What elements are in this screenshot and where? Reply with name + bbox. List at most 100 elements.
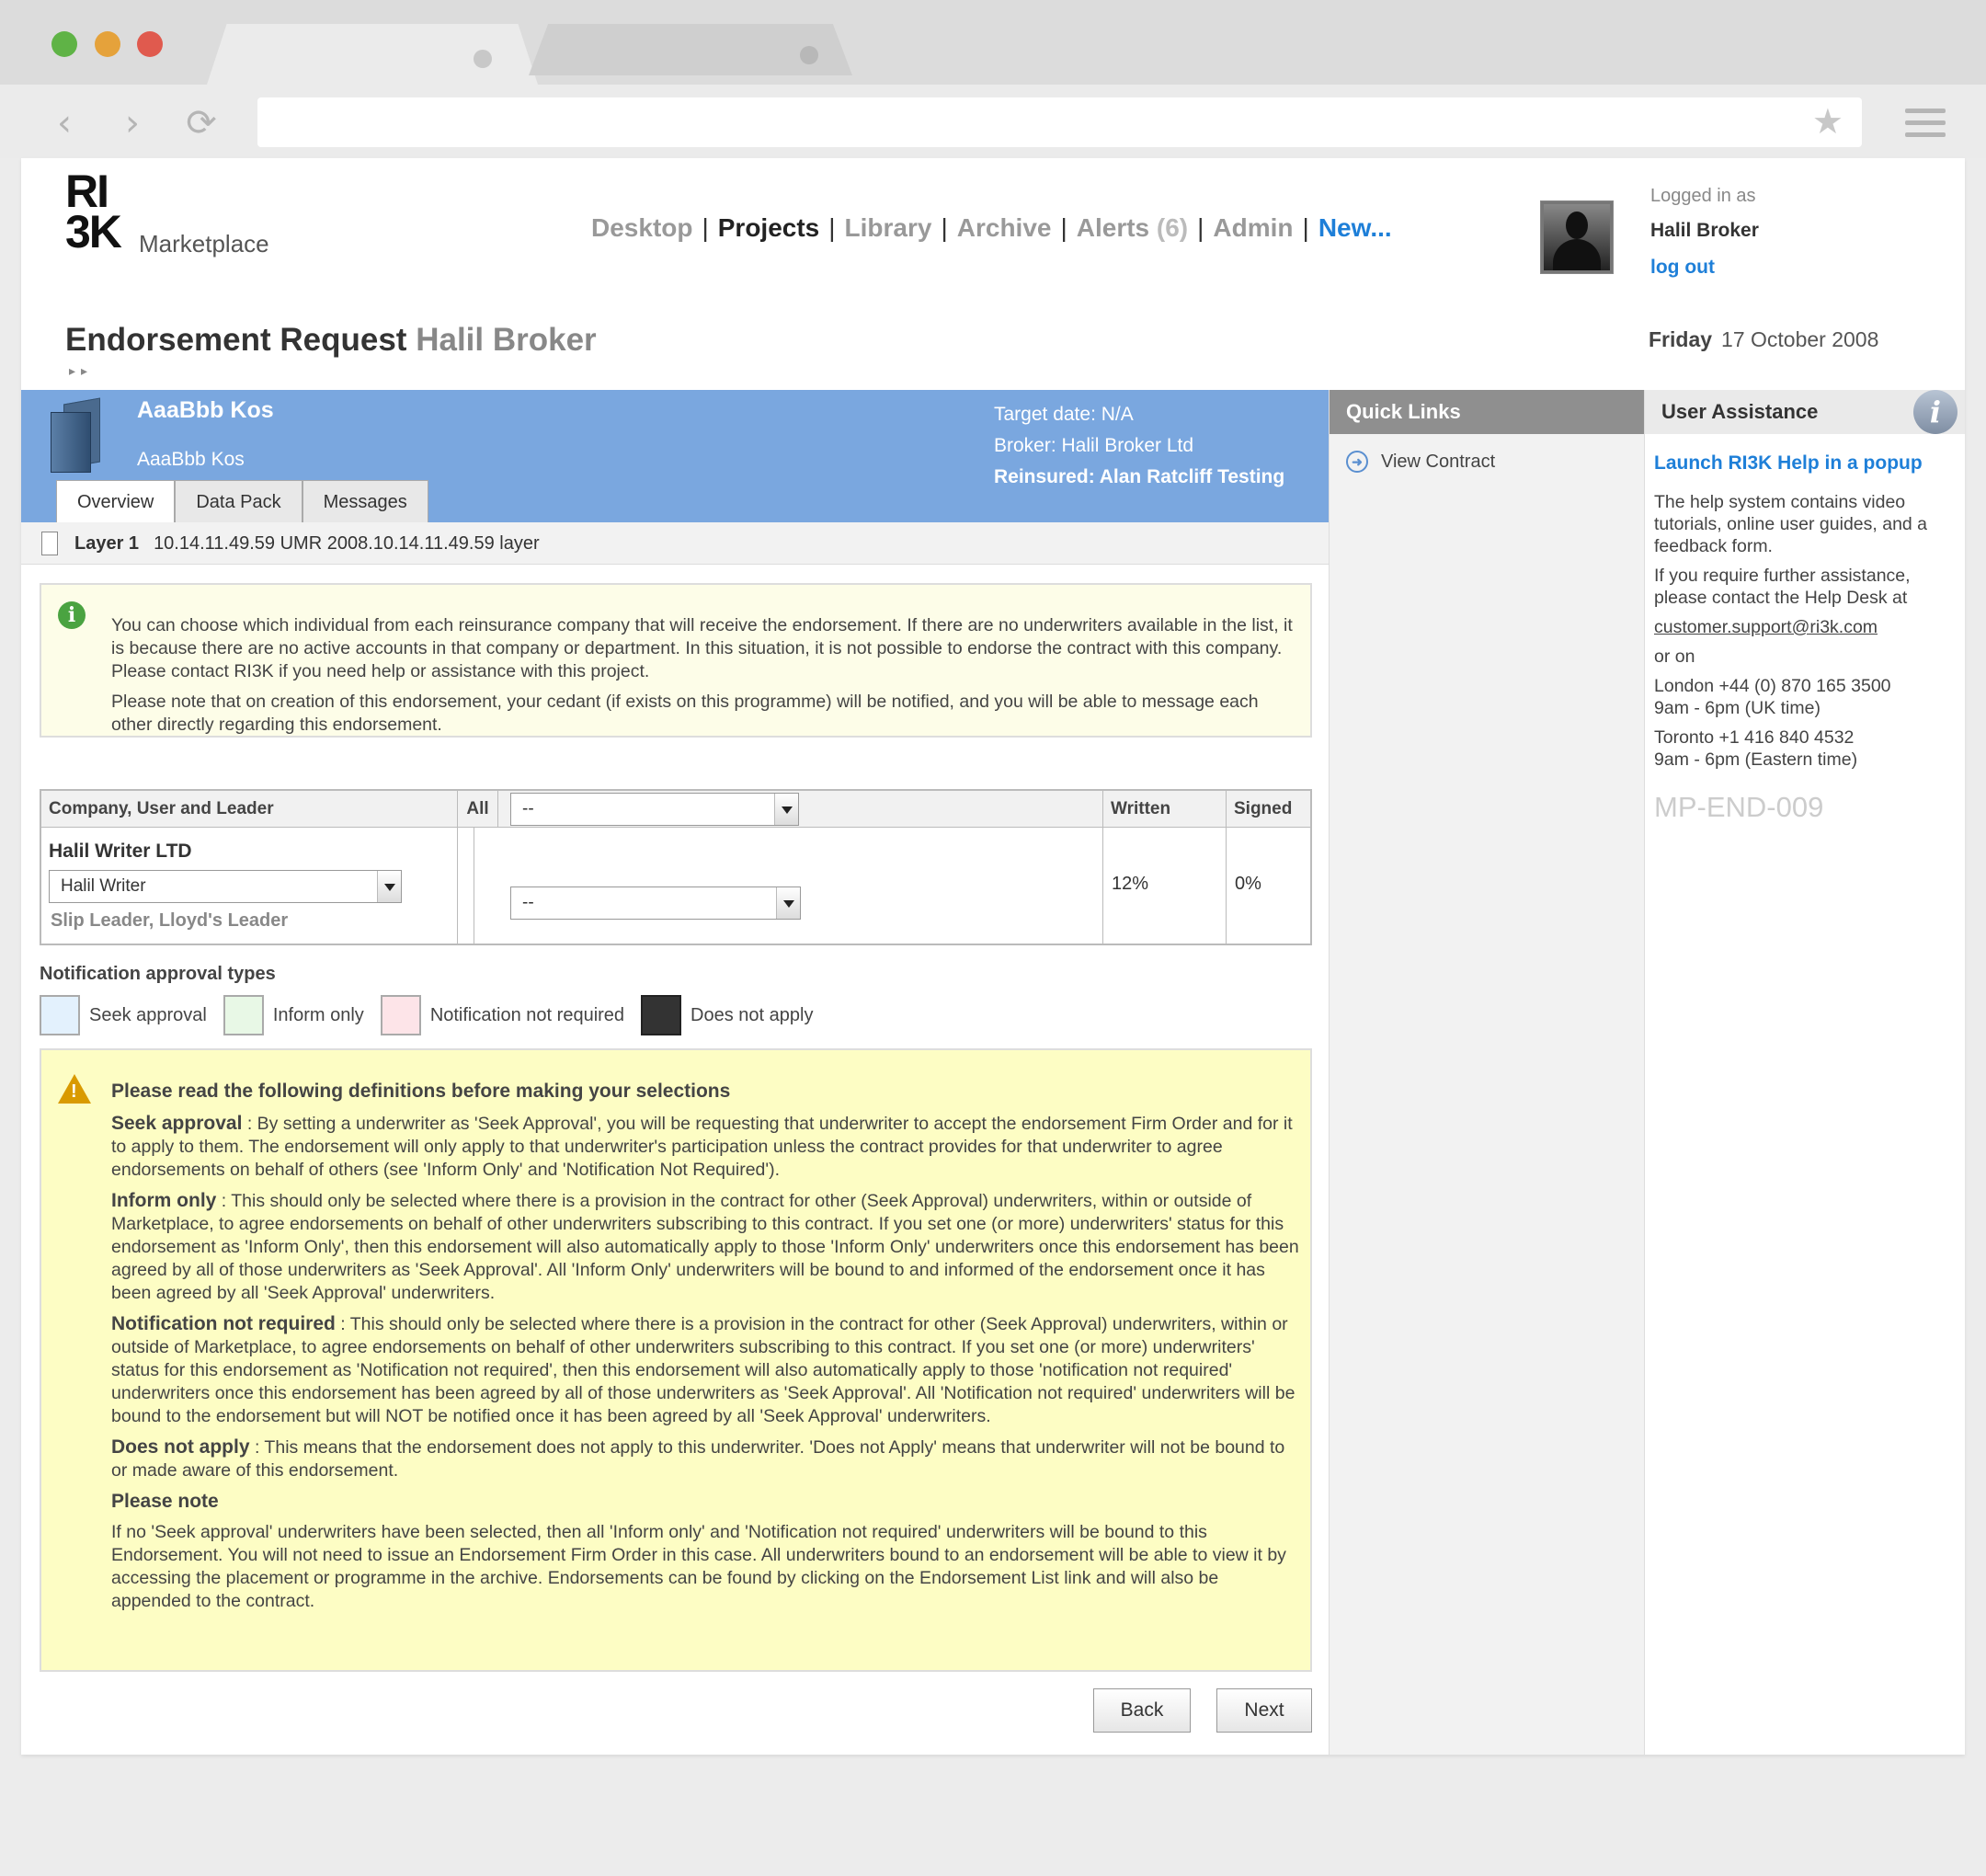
logo-text: Marketplace bbox=[139, 230, 269, 257]
legend-item-inform-only: Inform only bbox=[223, 995, 364, 1035]
underwriter-table: Company, User and Leader All Written Sig… bbox=[40, 789, 1312, 945]
nav-admin[interactable]: Admin bbox=[1213, 213, 1293, 242]
approval-type-select[interactable]: -- bbox=[510, 887, 801, 920]
logout-link[interactable]: log out bbox=[1650, 257, 1759, 279]
written-value: 12% bbox=[1112, 874, 1149, 894]
document-icon bbox=[41, 532, 58, 555]
definition-inform-only: Inform only : This should only be select… bbox=[111, 1190, 1299, 1303]
dropdown-arrow-icon[interactable] bbox=[774, 794, 798, 825]
help-contact-text: If you require further assistance, pleas… bbox=[1654, 566, 1911, 608]
browser-tab-active[interactable] bbox=[207, 24, 538, 85]
address-input[interactable] bbox=[257, 97, 1862, 147]
note-heading: Please note bbox=[111, 1491, 219, 1512]
support-email-link[interactable]: customer.support@ri3k.com bbox=[1654, 617, 1878, 637]
nav-alerts[interactable]: Alerts (6) bbox=[1077, 213, 1188, 242]
layer-detail: 10.14.11.49.59 UMR 2008.10.14.11.49.59 l… bbox=[154, 533, 540, 554]
definition-seek-approval: Seek approval : By setting a underwriter… bbox=[111, 1113, 1293, 1180]
browser-tab-inactive[interactable] bbox=[529, 24, 852, 85]
main-nav: Desktop | Projects | Library | Archive | Alerts … bbox=[591, 213, 1392, 242]
info-icon: i bbox=[58, 601, 86, 629]
broker-name: Broker: Halil Broker Ltd bbox=[994, 435, 1194, 456]
tab-overview[interactable]: Overview bbox=[56, 480, 176, 522]
window-maximize-button[interactable] bbox=[51, 31, 77, 57]
menu-icon[interactable] bbox=[1905, 103, 1946, 143]
dropdown-arrow-icon[interactable] bbox=[776, 887, 800, 919]
quick-links-panel: Quick Links ➜ View Contract bbox=[1329, 390, 1645, 1755]
layer-label: Layer 1 bbox=[74, 533, 140, 554]
project-name: AaaBbb Kos bbox=[137, 397, 274, 423]
all-approval-select[interactable]: -- bbox=[510, 793, 799, 826]
nav-archive[interactable]: Archive bbox=[957, 213, 1052, 242]
login-box: Logged in as Halil Broker log out bbox=[1650, 186, 1759, 279]
browser-tab-strip bbox=[0, 0, 1986, 85]
window-close-button[interactable] bbox=[137, 31, 163, 57]
london-contact: London +44 (0) 870 165 3500 9am - 6pm (UK… bbox=[1654, 676, 1891, 718]
toronto-contact: Toronto +1 416 840 4532 9am - 6pm (Easter… bbox=[1654, 727, 1858, 770]
legend-title: Notification approval types bbox=[40, 964, 276, 984]
signed-value: 0% bbox=[1235, 874, 1261, 894]
nav-desktop[interactable]: Desktop bbox=[591, 213, 692, 242]
column-header-company: Company, User and Leader bbox=[41, 791, 458, 828]
info-paragraph: Please note that on creation of this end… bbox=[111, 692, 1259, 735]
quick-links-title: Quick Links bbox=[1330, 390, 1644, 434]
reload-icon[interactable]: ⟳ bbox=[181, 103, 222, 143]
star-icon[interactable]: ★ bbox=[1812, 101, 1843, 142]
alerts-count: (6) bbox=[1156, 213, 1189, 242]
nav-library[interactable]: Library bbox=[845, 213, 932, 242]
note-text: If no 'Seek approval' underwriters have … bbox=[111, 1522, 1286, 1611]
quick-link-view-contract[interactable]: ➜ View Contract bbox=[1346, 451, 1495, 473]
column-header-all: All bbox=[458, 791, 498, 828]
tab-data-pack[interactable]: Data Pack bbox=[175, 480, 302, 522]
legend-swatch bbox=[223, 995, 264, 1035]
logged-in-label: Logged in as bbox=[1650, 186, 1756, 206]
info-icon[interactable]: i bbox=[1913, 390, 1957, 434]
folder-icon bbox=[47, 397, 104, 473]
tab-messages[interactable]: Messages bbox=[302, 480, 428, 522]
project-meta: Target date: N/A Broker: Halil Broker Lt… bbox=[994, 399, 1284, 493]
help-description: The help system contains video tutorials… bbox=[1654, 492, 1928, 556]
forward-arrow-icon[interactable]: › bbox=[112, 103, 153, 143]
user-assistance-title: User Assistance i bbox=[1645, 390, 1965, 434]
underwriter-select[interactable]: Halil Writer bbox=[49, 870, 402, 903]
legend-item-does-not-apply: Does not apply bbox=[641, 995, 813, 1035]
logo-mark: RI 3K bbox=[65, 166, 122, 257]
project-header: AaaBbb Kos AaaBbb Kos Target date: N/A B… bbox=[21, 390, 1329, 522]
nav-projects[interactable]: Projects bbox=[718, 213, 820, 242]
avatar[interactable] bbox=[1540, 200, 1614, 274]
dropdown-arrow-icon[interactable] bbox=[377, 871, 401, 902]
project-tabs: Overview Data Pack Messages bbox=[56, 480, 428, 522]
address-bar[interactable]: ★ bbox=[257, 97, 1862, 147]
leader-text: Slip Leader, Lloyd's Leader bbox=[51, 910, 289, 931]
launch-help-link[interactable]: Launch RI3K Help in a popup bbox=[1654, 452, 1956, 475]
definitions-box: Please read the following definitions be… bbox=[40, 1048, 1312, 1672]
project-subtitle: AaaBbb Kos bbox=[137, 449, 245, 470]
back-arrow-icon[interactable]: ‹ bbox=[44, 103, 85, 143]
column-header-written: Written bbox=[1103, 791, 1227, 828]
window-minimize-button[interactable] bbox=[95, 31, 120, 57]
breadcrumb[interactable]: ▸▸ bbox=[69, 364, 93, 379]
warning-icon bbox=[58, 1074, 91, 1104]
tab-close-icon[interactable] bbox=[800, 46, 818, 64]
legend-item-seek-approval: Seek approval bbox=[40, 995, 207, 1035]
nav-new[interactable]: New... bbox=[1318, 213, 1392, 242]
layer-bar: Layer 1 10.14.11.49.59 UMR 2008.10.14.11.… bbox=[21, 522, 1329, 565]
logged-in-user: Halil Broker bbox=[1650, 220, 1759, 241]
current-date: Friday 17 October 2008 bbox=[1649, 327, 1879, 351]
back-button[interactable]: Back bbox=[1093, 1688, 1191, 1733]
column-header-signed: Signed bbox=[1234, 799, 1293, 818]
next-button[interactable]: Next bbox=[1216, 1688, 1312, 1733]
user-assistance-panel: User Assistance i Launch RI3K Help in a … bbox=[1645, 390, 1965, 1755]
definition-notification-not-required: Notification not required : This should … bbox=[111, 1313, 1295, 1426]
user-silhouette-icon bbox=[1544, 204, 1610, 270]
page-title: Endorsement Request Halil Broker bbox=[65, 322, 597, 358]
legend: Seek approval Inform only Notification n… bbox=[40, 995, 829, 1035]
info-paragraph: You can choose which individual from eac… bbox=[111, 615, 1293, 681]
or-on-text: or on bbox=[1654, 646, 1695, 667]
logo[interactable]: RI 3K Marketplace bbox=[65, 166, 269, 257]
tab-close-icon[interactable] bbox=[474, 50, 492, 68]
screen-code: MP-END-009 bbox=[1654, 791, 1824, 823]
target-date: Target date: N/A bbox=[994, 404, 1134, 425]
legend-item-notification-not-required: Notification not required bbox=[380, 995, 624, 1035]
definition-does-not-apply: Does not apply : This means that the end… bbox=[111, 1436, 1285, 1481]
info-box: i You can choose which individual from e… bbox=[40, 583, 1312, 738]
